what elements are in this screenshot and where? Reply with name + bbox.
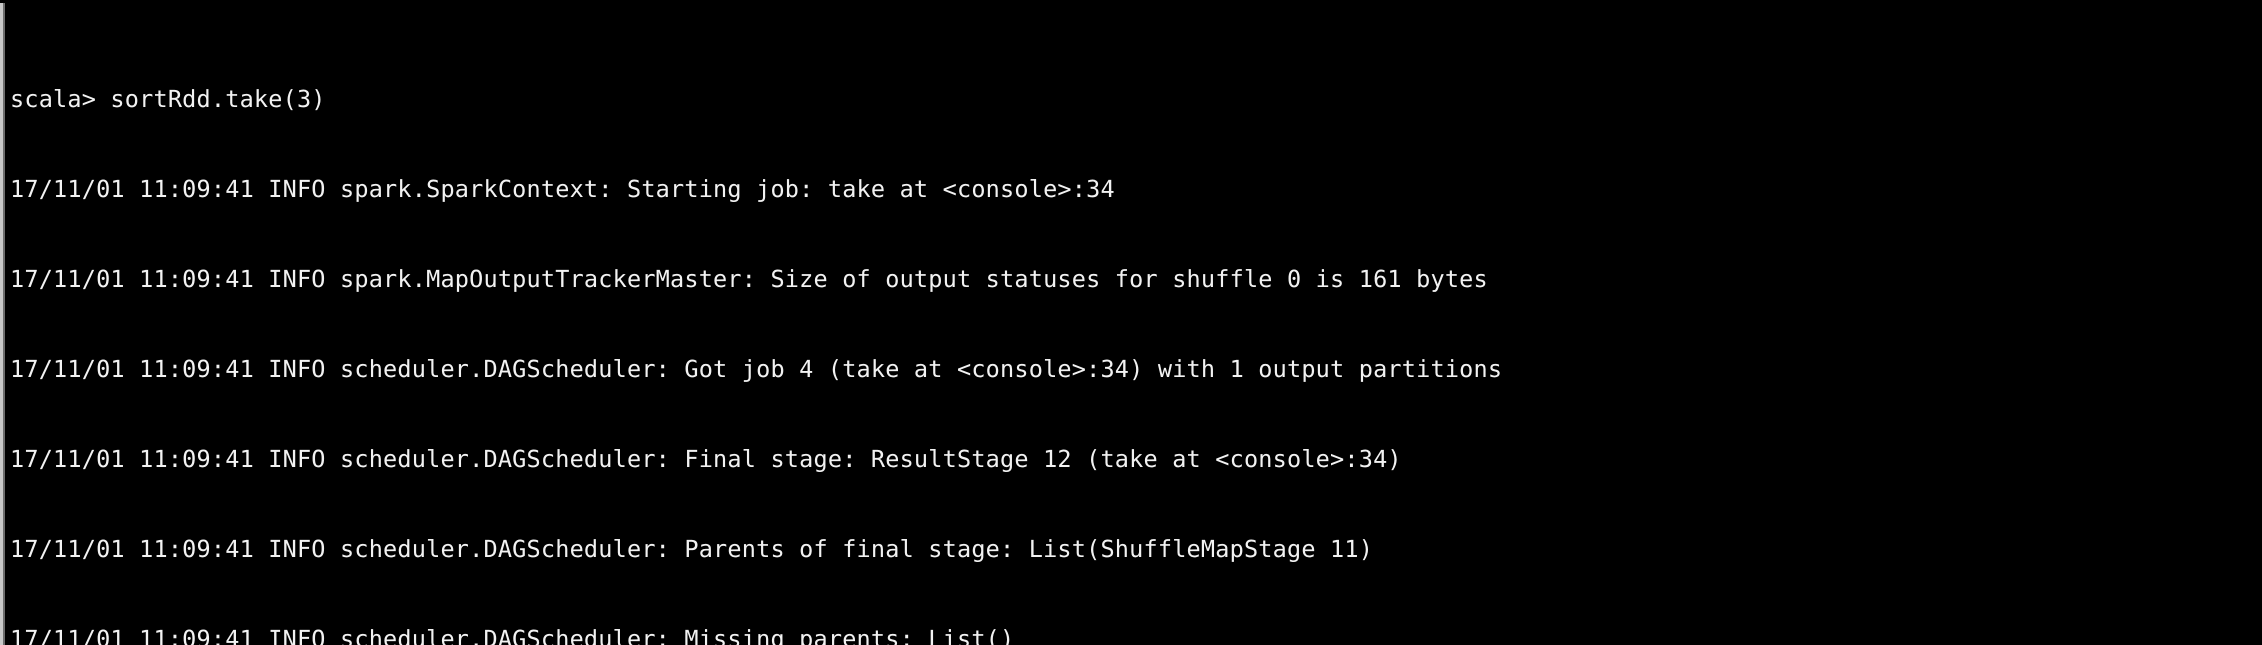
log-line: 17/11/01 11:09:41 INFO scheduler.DAGSche… [10,355,1503,383]
console-output-area[interactable]: scala> sortRdd.take(3) 17/11/01 11:09:41… [10,24,2260,645]
log-line: 17/11/01 11:09:41 INFO spark.MapOutputTr… [10,265,1488,293]
window-left-border [0,0,6,645]
terminal-window[interactable]: scala> sortRdd.take(3) 17/11/01 11:09:41… [0,0,2262,645]
log-line: 17/11/01 11:09:41 INFO scheduler.DAGSche… [10,445,1402,473]
prompt-line: scala> sortRdd.take(3) [10,85,326,113]
log-line: 17/11/01 11:09:41 INFO spark.SparkContex… [10,175,1115,203]
window-top-border [0,0,2262,3]
log-line: 17/11/01 11:09:41 INFO scheduler.DAGSche… [10,535,1374,563]
log-line: 17/11/01 11:09:41 INFO scheduler.DAGSche… [10,625,1015,645]
